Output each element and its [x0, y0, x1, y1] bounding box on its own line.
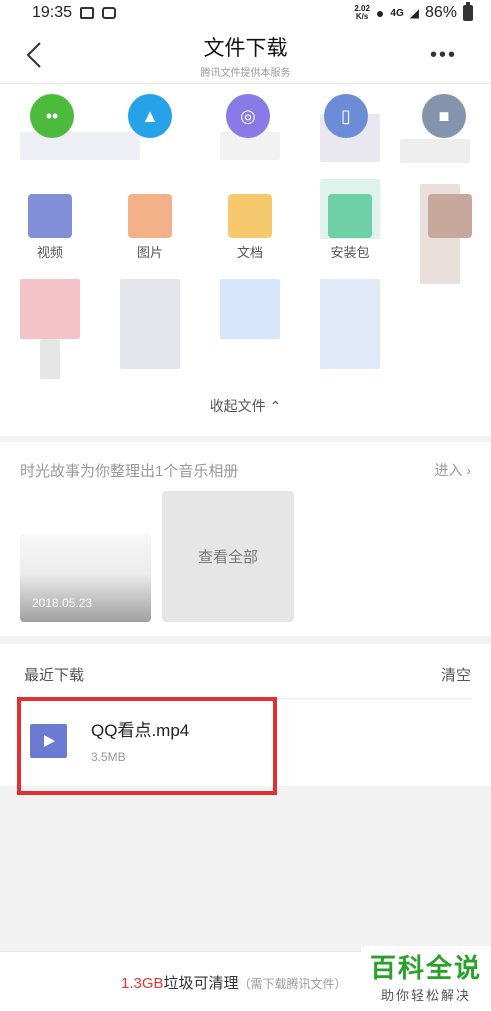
blur-mosaic [20, 279, 80, 339]
category-video-app[interactable]: ◎ [218, 84, 278, 154]
category-document[interactable]: 文档 [220, 184, 280, 260]
network-speed-unit: K/s [355, 12, 369, 21]
category-package-label: 安装包 [330, 245, 370, 260]
lock-icon: ■ [422, 94, 466, 138]
album-title: 时光故事为你整理出1个音乐相册 [20, 463, 239, 480]
blur-mosaic [40, 339, 60, 379]
chevron-up-icon: ⌃ [269, 398, 282, 414]
category-qq[interactable]: ▲ [120, 84, 180, 154]
battery-icon [463, 2, 473, 21]
signal-icon: ◢ [409, 6, 419, 20]
page-title: 文件下载 [203, 37, 288, 60]
status-right: 2.02 K/s ● 4G ◢ 86% [354, 2, 473, 22]
bottom-bar[interactable]: 1.3GB垃圾可清理（需下载腾讯文件） 百科全说 助你轻松解决 [0, 946, 491, 1011]
video-category-icon [28, 194, 72, 238]
document-category-icon [228, 194, 272, 238]
video-file-icon [30, 724, 67, 758]
cleanup-text: 1.3GB垃圾可清理（需下载腾讯文件） [121, 972, 347, 993]
album-thumb-date: 2018.05.23 [32, 596, 93, 610]
collapse-files-button[interactable]: 收起文件 ⌃ [0, 396, 491, 416]
network-type: 4G [390, 7, 404, 19]
list-item[interactable]: QQ看点.mp4 3.5MB [0, 702, 491, 786]
album-enter-label: 进入 [434, 462, 463, 478]
battery-percent: 86% [424, 4, 457, 21]
video-glyph: ◎ [240, 105, 256, 126]
status-time: 19:35 [32, 4, 73, 21]
network-speed: 2.02 K/s [354, 5, 370, 21]
chevron-right-icon: › [466, 462, 471, 478]
video-icon: ◎ [226, 94, 270, 138]
collapse-files-label: 收起文件 [209, 398, 266, 414]
recent-downloads-panel: 最近下载 清空 QQ看点.mp4 3.5MB [0, 644, 491, 786]
cleanup-note: （需下载腾讯文件） [238, 977, 347, 991]
lock-glyph: ■ [438, 105, 450, 126]
category-package[interactable]: 安装包 [320, 184, 380, 260]
clear-button[interactable]: 清空 [441, 664, 471, 685]
file-name: QQ看点.mp4 [91, 721, 190, 740]
watermark-title: 百科全说 [369, 953, 482, 983]
category-video-label: 视频 [36, 245, 63, 260]
header: 文件下载 腾讯文件提供本服务 ••• [0, 26, 491, 84]
qq-icon: ▲ [128, 94, 172, 138]
blur-mosaic [120, 279, 180, 369]
play-icon [43, 735, 55, 747]
cleanup-size: 1.3GB [121, 975, 164, 992]
category-phone[interactable]: ▯ [316, 84, 376, 154]
other-category-icon [428, 194, 472, 238]
category-wechat[interactable]: •• [22, 84, 82, 154]
status-left: 19:35 [32, 4, 117, 22]
category-document-label: 文档 [236, 245, 263, 260]
divider [24, 698, 471, 699]
file-categories-panel: •• ▲ ◎ ▯ ■ 视频 图片 文档 安装包 收起文件 ⌃ [0, 84, 491, 436]
wechat-glyph: •• [45, 105, 59, 126]
qq-glyph: ▲ [141, 105, 159, 126]
music-album-panel: 时光故事为你整理出1个音乐相册 进入 › 2018.05.23 查看全部 [0, 442, 491, 636]
category-image[interactable]: 图片 [120, 184, 180, 260]
status-bar: 19:35 2.02 K/s ● 4G ◢ 86% [0, 0, 491, 26]
gallery-notification-icon [80, 7, 95, 19]
package-category-icon [328, 194, 372, 238]
blur-mosaic [320, 279, 380, 369]
wifi-icon: ● [375, 5, 385, 21]
file-size: 3.5MB [91, 750, 126, 764]
category-other[interactable] [420, 184, 480, 254]
category-video[interactable]: 视频 [20, 184, 80, 260]
album-thumbnail[interactable]: 2018.05.23 [20, 534, 151, 622]
category-safe[interactable]: ■ [414, 84, 474, 154]
album-enter-link[interactable]: 进入 › [434, 460, 471, 480]
bag-notification-icon [102, 7, 117, 19]
phone-glyph: ▯ [341, 105, 351, 126]
blur-mosaic [220, 279, 280, 339]
watermark-logo: 百科全说 助你轻松解决 [361, 946, 491, 1011]
more-button[interactable]: ••• [430, 44, 457, 67]
watermark-subtitle: 助你轻松解决 [380, 988, 471, 1003]
image-category-icon [128, 194, 172, 238]
wechat-icon: •• [30, 94, 74, 138]
recent-downloads-title: 最近下载 [24, 667, 85, 684]
cleanup-label: 垃圾可清理 [163, 975, 239, 992]
view-all-button[interactable]: 查看全部 [162, 491, 294, 622]
phone-icon: ▯ [324, 94, 368, 138]
category-image-label: 图片 [136, 245, 163, 260]
page-subtitle: 腾讯文件提供本服务 [200, 68, 291, 79]
